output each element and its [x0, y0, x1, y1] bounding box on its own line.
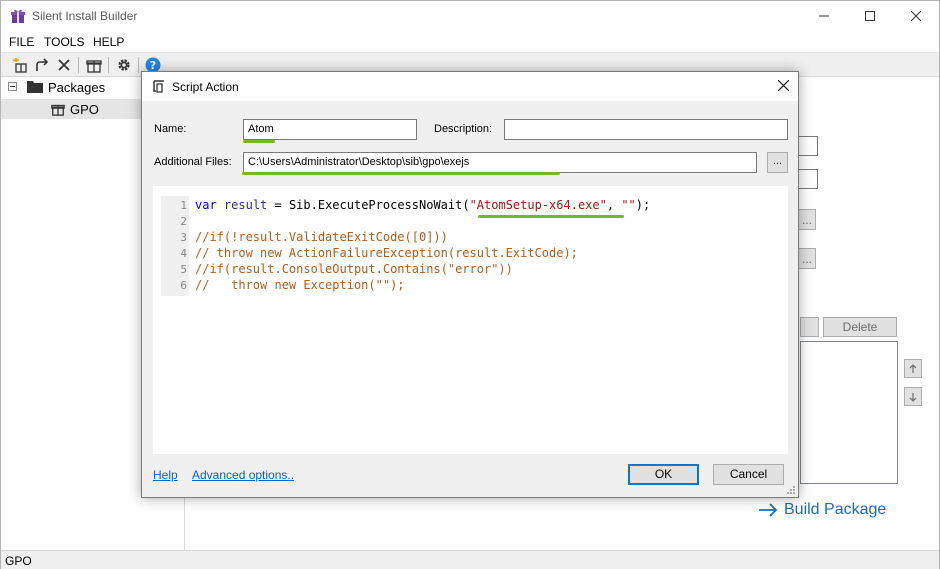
collapse-icon[interactable]: [8, 82, 17, 91]
code-text: //if(!result.ValidateExitCode([0])): [195, 230, 448, 244]
package-icon: [51, 104, 65, 116]
line-number: 3: [180, 231, 187, 244]
new-package-button[interactable]: [10, 56, 30, 74]
status-bar: GPO: [1, 550, 939, 569]
name-label: Name:: [154, 123, 187, 135]
gear-icon: [118, 59, 130, 71]
background-delete-button[interactable]: Delete: [823, 317, 897, 337]
move-up-button[interactable]: [904, 359, 922, 378]
move-down-button[interactable]: [904, 387, 922, 406]
script-icon: [153, 80, 164, 93]
code-line: 3 //if(!result.ValidateExitCode([0])): [153, 230, 773, 246]
code-text: var result = Sib.ExecuteProcessNoWait("A…: [195, 198, 651, 212]
background-browse-button[interactable]: ...: [798, 209, 816, 230]
cancel-button[interactable]: Cancel: [713, 464, 784, 485]
code-line: 5 //if(result.ConsoleOutput.Contains("er…: [153, 262, 773, 278]
toolbar-separator: [78, 57, 79, 73]
code-line: 4 // throw new ActionFailureException(re…: [153, 246, 773, 262]
title-bar: Silent Install Builder: [1, 1, 939, 31]
description-input[interactable]: [504, 119, 788, 140]
advanced-options-link[interactable]: Advanced options..: [192, 468, 294, 482]
x-icon: [58, 59, 70, 71]
tree-item-label: GPO: [70, 102, 99, 117]
code-text: // throw new ActionFailureException(resu…: [195, 246, 578, 260]
dialog-title: Script Action: [172, 80, 239, 94]
files-highlight-underline: [242, 172, 560, 175]
build-package-link[interactable]: Build Package: [758, 501, 886, 519]
line-number: 4: [180, 247, 187, 260]
additional-files-input[interactable]: C:\Users\Administrator\Desktop\sib\gpo\e…: [243, 152, 757, 173]
browse-files-button[interactable]: ...: [767, 152, 788, 173]
build-package-label: Build Package: [784, 501, 887, 518]
new-package-icon: [12, 57, 27, 73]
dialog-title-bar: Script Action: [142, 72, 798, 101]
line-number: 6: [180, 279, 187, 292]
description-label: Description:: [434, 123, 493, 135]
redo-button[interactable]: [32, 56, 52, 74]
maximize-button[interactable]: [847, 1, 893, 31]
arrow-down-icon: [909, 392, 917, 402]
minimize-button[interactable]: [801, 1, 847, 31]
status-text: GPO: [5, 554, 32, 568]
menu-tools[interactable]: TOOLS: [44, 35, 84, 49]
background-field[interactable]: [798, 169, 818, 189]
line-number: 1: [180, 199, 187, 212]
close-button[interactable]: [893, 1, 939, 31]
script-action-dialog: Script Action Name: Atom Description: Ad…: [141, 71, 799, 498]
menu-help[interactable]: HELP: [93, 35, 124, 49]
additional-files-label: Additional Files:: [154, 156, 232, 168]
name-input[interactable]: Atom: [243, 119, 417, 140]
package-icon: [86, 60, 102, 73]
close-icon: [910, 10, 922, 22]
resize-grip-icon[interactable]: [786, 485, 796, 495]
line-number: 5: [180, 263, 187, 276]
tree-root-label: Packages: [48, 80, 106, 95]
line-number: 2: [180, 215, 187, 228]
code-line: 6 // throw new Exception("");: [153, 278, 773, 294]
ok-button[interactable]: OK: [628, 464, 699, 485]
folder-icon: [27, 81, 43, 93]
delete-button[interactable]: [54, 56, 74, 74]
menu-bar: FILE TOOLS HELP: [1, 32, 939, 52]
arrow-right-icon: [759, 503, 778, 517]
help-link[interactable]: Help: [153, 468, 178, 482]
minimize-icon: [819, 15, 829, 17]
dialog-close-button[interactable]: [768, 72, 798, 101]
redo-arrow-icon: [36, 58, 49, 71]
background-browse-button[interactable]: ...: [798, 248, 816, 269]
settings-button[interactable]: [114, 56, 134, 74]
menu-file[interactable]: FILE: [9, 35, 34, 49]
background-actions-list[interactable]: [800, 341, 898, 484]
build-button[interactable]: [84, 56, 104, 74]
name-highlight-underline: [243, 140, 275, 143]
app-title: Silent Install Builder: [32, 9, 138, 23]
gift-box-icon: [11, 9, 25, 23]
code-text: //if(result.ConsoleOutput.Contains("erro…: [195, 262, 513, 276]
background-field[interactable]: [798, 136, 818, 156]
arrow-up-icon: [909, 363, 917, 373]
code-line: 1 var result = Sib.ExecuteProcessNoWait(…: [153, 198, 773, 218]
script-editor[interactable]: 1 var result = Sib.ExecuteProcessNoWait(…: [153, 186, 788, 454]
maximize-icon: [865, 11, 875, 21]
code-text: // throw new Exception("");: [195, 278, 405, 292]
background-edit-button[interactable]: [800, 317, 819, 337]
close-icon: [777, 79, 789, 92]
toolbar-separator: [108, 57, 109, 73]
toolbar-separator: [138, 57, 139, 73]
code-line: 2: [153, 214, 773, 230]
